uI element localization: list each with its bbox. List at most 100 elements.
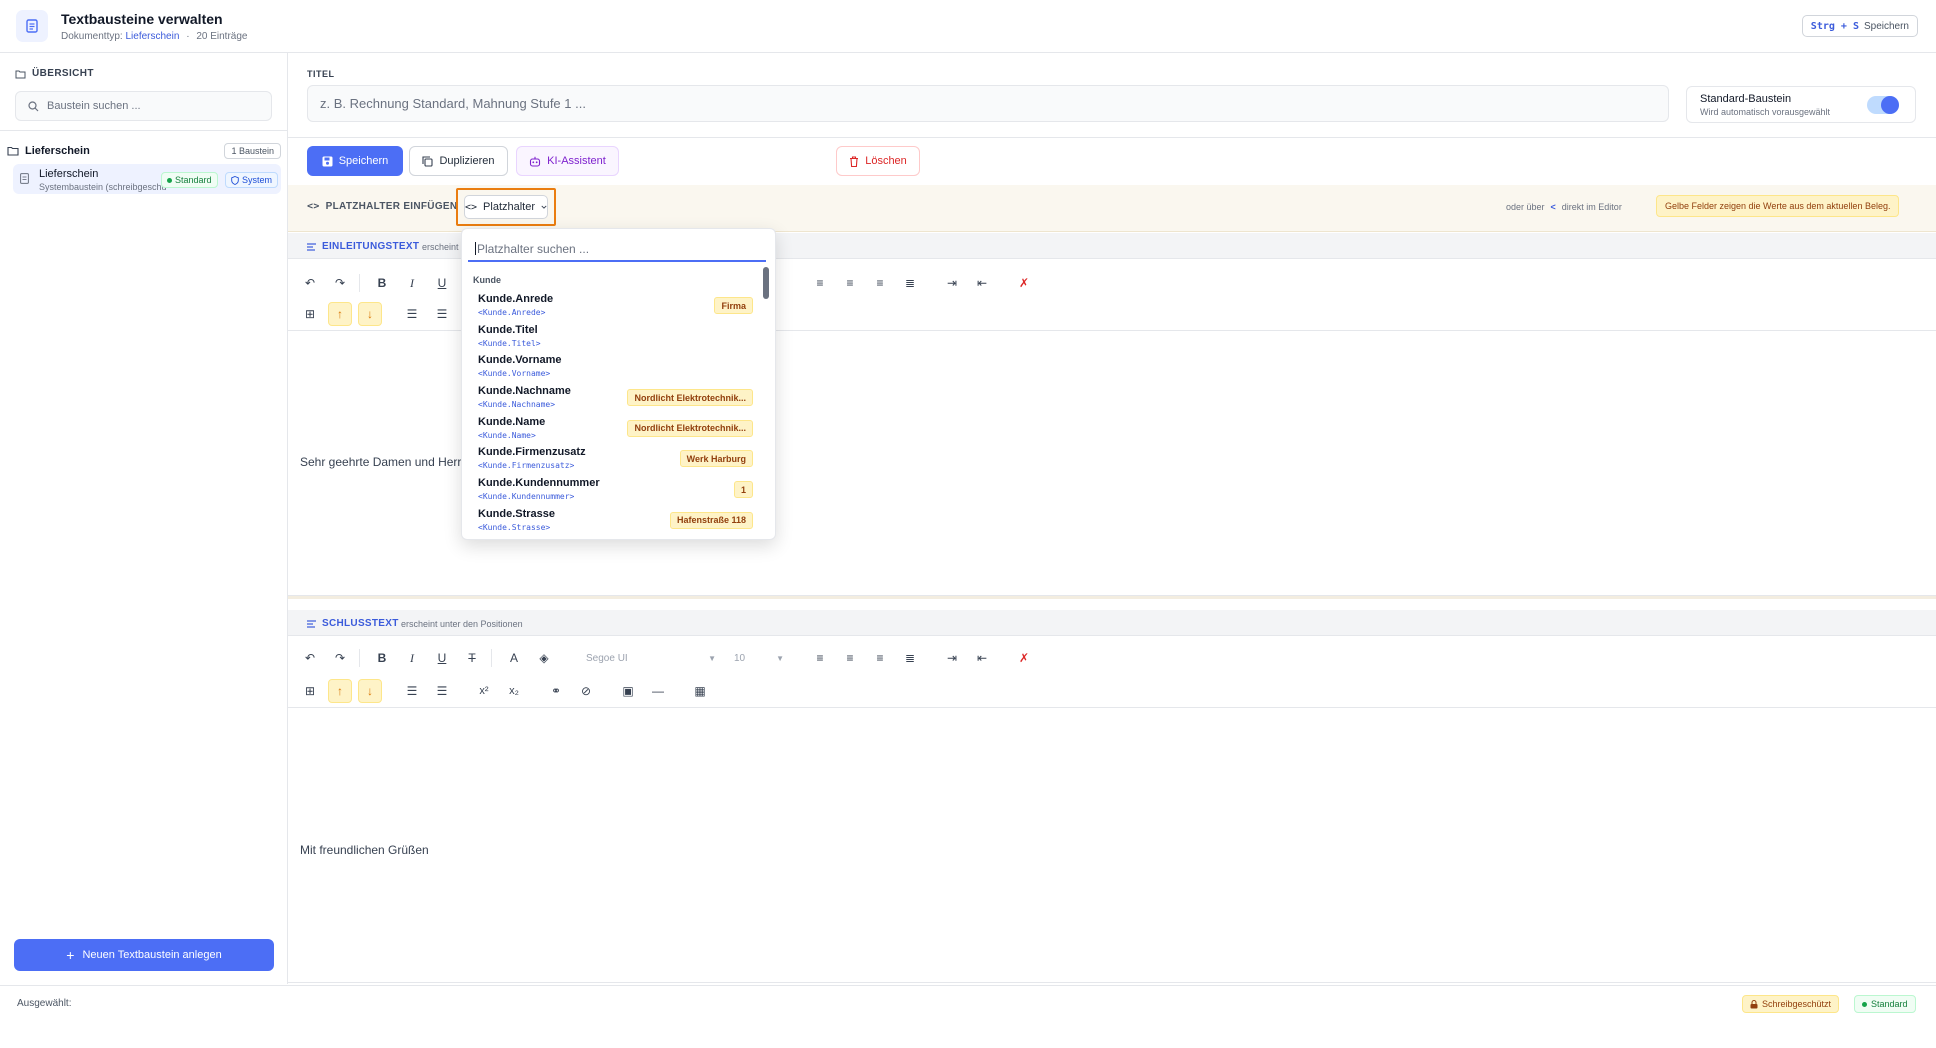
outdent-icon[interactable]: ⇤: [970, 646, 994, 670]
underline-icon[interactable]: U: [430, 646, 454, 670]
italic-icon[interactable]: I: [400, 271, 424, 295]
intro-text: Sehr geehrte Damen und Herren,: [300, 455, 479, 469]
placeholder-option[interactable]: Kunde.Titel <Kunde.Titel>: [462, 322, 762, 353]
ordered-list-icon[interactable]: ☰: [400, 302, 424, 326]
align-right-icon[interactable]: ≡: [868, 271, 892, 295]
status-dot: [1862, 1001, 1867, 1007]
horizontal-rule-icon[interactable]: —: [646, 679, 670, 703]
sidebar-item-lieferschein[interactable]: Lieferschein Systembaustein (schreibgesc…: [13, 164, 281, 194]
scrollbar-thumb[interactable]: [763, 267, 769, 299]
titel-input[interactable]: z. B. Rechnung Standard, Mahnung Stufe 1…: [307, 85, 1669, 122]
item-description: Systembaustein (schreibgeschützt): [39, 182, 167, 192]
bullet-list-icon[interactable]: ☰: [430, 302, 454, 326]
italic-icon[interactable]: I: [400, 646, 424, 670]
toggle-knob: [1881, 96, 1899, 114]
sidebar-group-lieferschein[interactable]: Lieferschein 1 Baustein: [7, 142, 281, 160]
ki-assistant-button[interactable]: KI-Assistent: [516, 146, 619, 176]
arrow-up-icon[interactable]: ↑: [328, 302, 352, 326]
font-size-select[interactable]: 10 ▼: [734, 646, 784, 670]
intro-section-title: EINLEITUNGSTEXT: [322, 241, 420, 252]
status-dot: [167, 177, 172, 183]
doc-type-label: Dokumenttyp:: [61, 31, 123, 42]
align-center-icon[interactable]: ≡: [838, 646, 862, 670]
redo-icon[interactable]: ↷: [328, 271, 352, 295]
undo-icon[interactable]: ↶: [298, 271, 322, 295]
placeholder-option[interactable]: Kunde.Kundennummer <Kunde.Kundennummer> 1: [462, 475, 762, 506]
table-icon[interactable]: ⊞: [298, 302, 322, 326]
placeholder-option[interactable]: Kunde.Name <Kunde.Name> Nordlicht Elektrot…: [462, 414, 762, 445]
doc-type-link[interactable]: Lieferschein: [125, 31, 179, 42]
dropdown-scrollbar[interactable]: [763, 267, 769, 537]
bold-icon[interactable]: B: [370, 646, 394, 670]
superscript-icon[interactable]: x²: [472, 679, 496, 703]
font-family-select[interactable]: Segoe UI ▼: [586, 646, 716, 670]
font-size-value: 10: [734, 652, 746, 664]
placeholder-search-input[interactable]: Platzhalter suchen ...: [468, 237, 766, 262]
ordered-list-icon[interactable]: ☰: [400, 679, 424, 703]
yellow-fields-note: Gelbe Felder zeigen die Werte aus dem ak…: [1656, 195, 1900, 217]
placeholder-option[interactable]: Kunde.Anrede <Kunde.Anrede> Firma: [462, 291, 762, 322]
sidebar-heading: ÜBERSICHT: [15, 68, 94, 79]
placeholder-dropdown-button[interactable]: <> Platzhalter: [464, 195, 548, 219]
indent-icon[interactable]: ⇥: [940, 271, 964, 295]
undo-icon[interactable]: ↶: [298, 646, 322, 670]
redo-icon[interactable]: ↷: [328, 646, 352, 670]
align-justify-icon[interactable]: ≣: [898, 271, 922, 295]
placeholder-option[interactable]: Kunde.Strasse <Kunde.Strasse> Hafenstraße …: [462, 506, 762, 537]
sidebar-search-input[interactable]: Baustein suchen ...: [15, 91, 272, 121]
link-icon[interactable]: ⚭: [544, 679, 568, 703]
plus-icon: +: [66, 947, 75, 963]
qr-code-icon[interactable]: ▦: [688, 679, 712, 703]
subscript-icon[interactable]: x₂: [502, 679, 526, 703]
duplicate-button[interactable]: Duplizieren: [409, 146, 508, 176]
closing-section-subtitle: erscheint unter den Positionen: [401, 619, 523, 629]
closing-editor[interactable]: Mit freundlichen Grüßen: [288, 711, 1936, 983]
standard-toggle[interactable]: [1867, 96, 1899, 114]
align-left-icon[interactable]: ≡: [808, 646, 832, 670]
bullet-list-icon[interactable]: ☰: [430, 679, 454, 703]
folder-icon: [15, 70, 26, 78]
new-textbaustein-button[interactable]: + Neuen Textbaustein anlegen: [14, 939, 274, 971]
unlink-icon[interactable]: ⊘: [574, 679, 598, 703]
bold-icon[interactable]: B: [370, 271, 394, 295]
highlight-icon[interactable]: ◈: [532, 646, 556, 670]
text-cursor: [475, 242, 476, 255]
system-badge-label: System: [242, 175, 273, 185]
entry-count: 20 Einträge: [196, 31, 248, 42]
placeholder-option-code: <Kunde.Anrede>: [478, 308, 546, 317]
arrow-up-icon[interactable]: ↑: [328, 679, 352, 703]
toolbar-separator: [359, 274, 360, 292]
indent-icon[interactable]: ⇥: [940, 646, 964, 670]
align-right-icon[interactable]: ≡: [868, 646, 892, 670]
placeholder-option-name: Kunde.Firmenzusatz: [478, 446, 586, 459]
toolbar-separator: [491, 649, 492, 667]
placeholder-dropdown: Platzhalter suchen ... Kunde Kunde.Anred…: [461, 228, 776, 540]
save-shortcut-hint: Strg + S Speichern: [1801, 15, 1918, 37]
placeholder-option[interactable]: Kunde.Vorname <Kunde.Vorname>: [462, 352, 762, 383]
shortcut-label: Speichern: [1863, 20, 1909, 32]
clear-format-icon[interactable]: ✗: [1012, 271, 1036, 295]
strikethrough-icon[interactable]: T: [460, 646, 484, 670]
image-icon[interactable]: ▣: [616, 679, 640, 703]
clear-format-icon[interactable]: ✗: [1012, 646, 1036, 670]
align-left-icon[interactable]: ≡: [808, 271, 832, 295]
section-gap: [288, 596, 1936, 599]
document-icon: [16, 10, 48, 42]
font-color-icon[interactable]: A: [502, 646, 526, 670]
arrow-down-icon[interactable]: ↓: [358, 679, 382, 703]
outdent-icon[interactable]: ⇤: [970, 271, 994, 295]
delete-button[interactable]: Löschen: [836, 146, 920, 176]
placeholder-option-code: <Kunde.Vorname>: [478, 369, 551, 379]
underline-icon[interactable]: U: [430, 271, 454, 295]
table-icon[interactable]: ⊞: [298, 679, 322, 703]
folder-icon: [7, 146, 19, 156]
arrow-down-icon[interactable]: ↓: [358, 302, 382, 326]
align-center-icon[interactable]: ≡: [838, 271, 862, 295]
placeholder-option[interactable]: Kunde.Nachname <Kunde.Nachname> Nordlicht …: [462, 383, 762, 414]
save-button[interactable]: Speichern: [307, 146, 403, 176]
placeholder-option[interactable]: Kunde.Firmenzusatz <Kunde.Firmenzusatz> We…: [462, 444, 762, 475]
status-bar: Ausgewählt: Schreibgeschützt Standard: [0, 985, 1936, 1021]
page-subtitle: Dokumenttyp: Lieferschein · 20 Einträge: [61, 31, 247, 42]
placeholder-value-badge: Nordlicht Elektrotechnik...: [627, 419, 753, 437]
align-justify-icon[interactable]: ≣: [898, 646, 922, 670]
